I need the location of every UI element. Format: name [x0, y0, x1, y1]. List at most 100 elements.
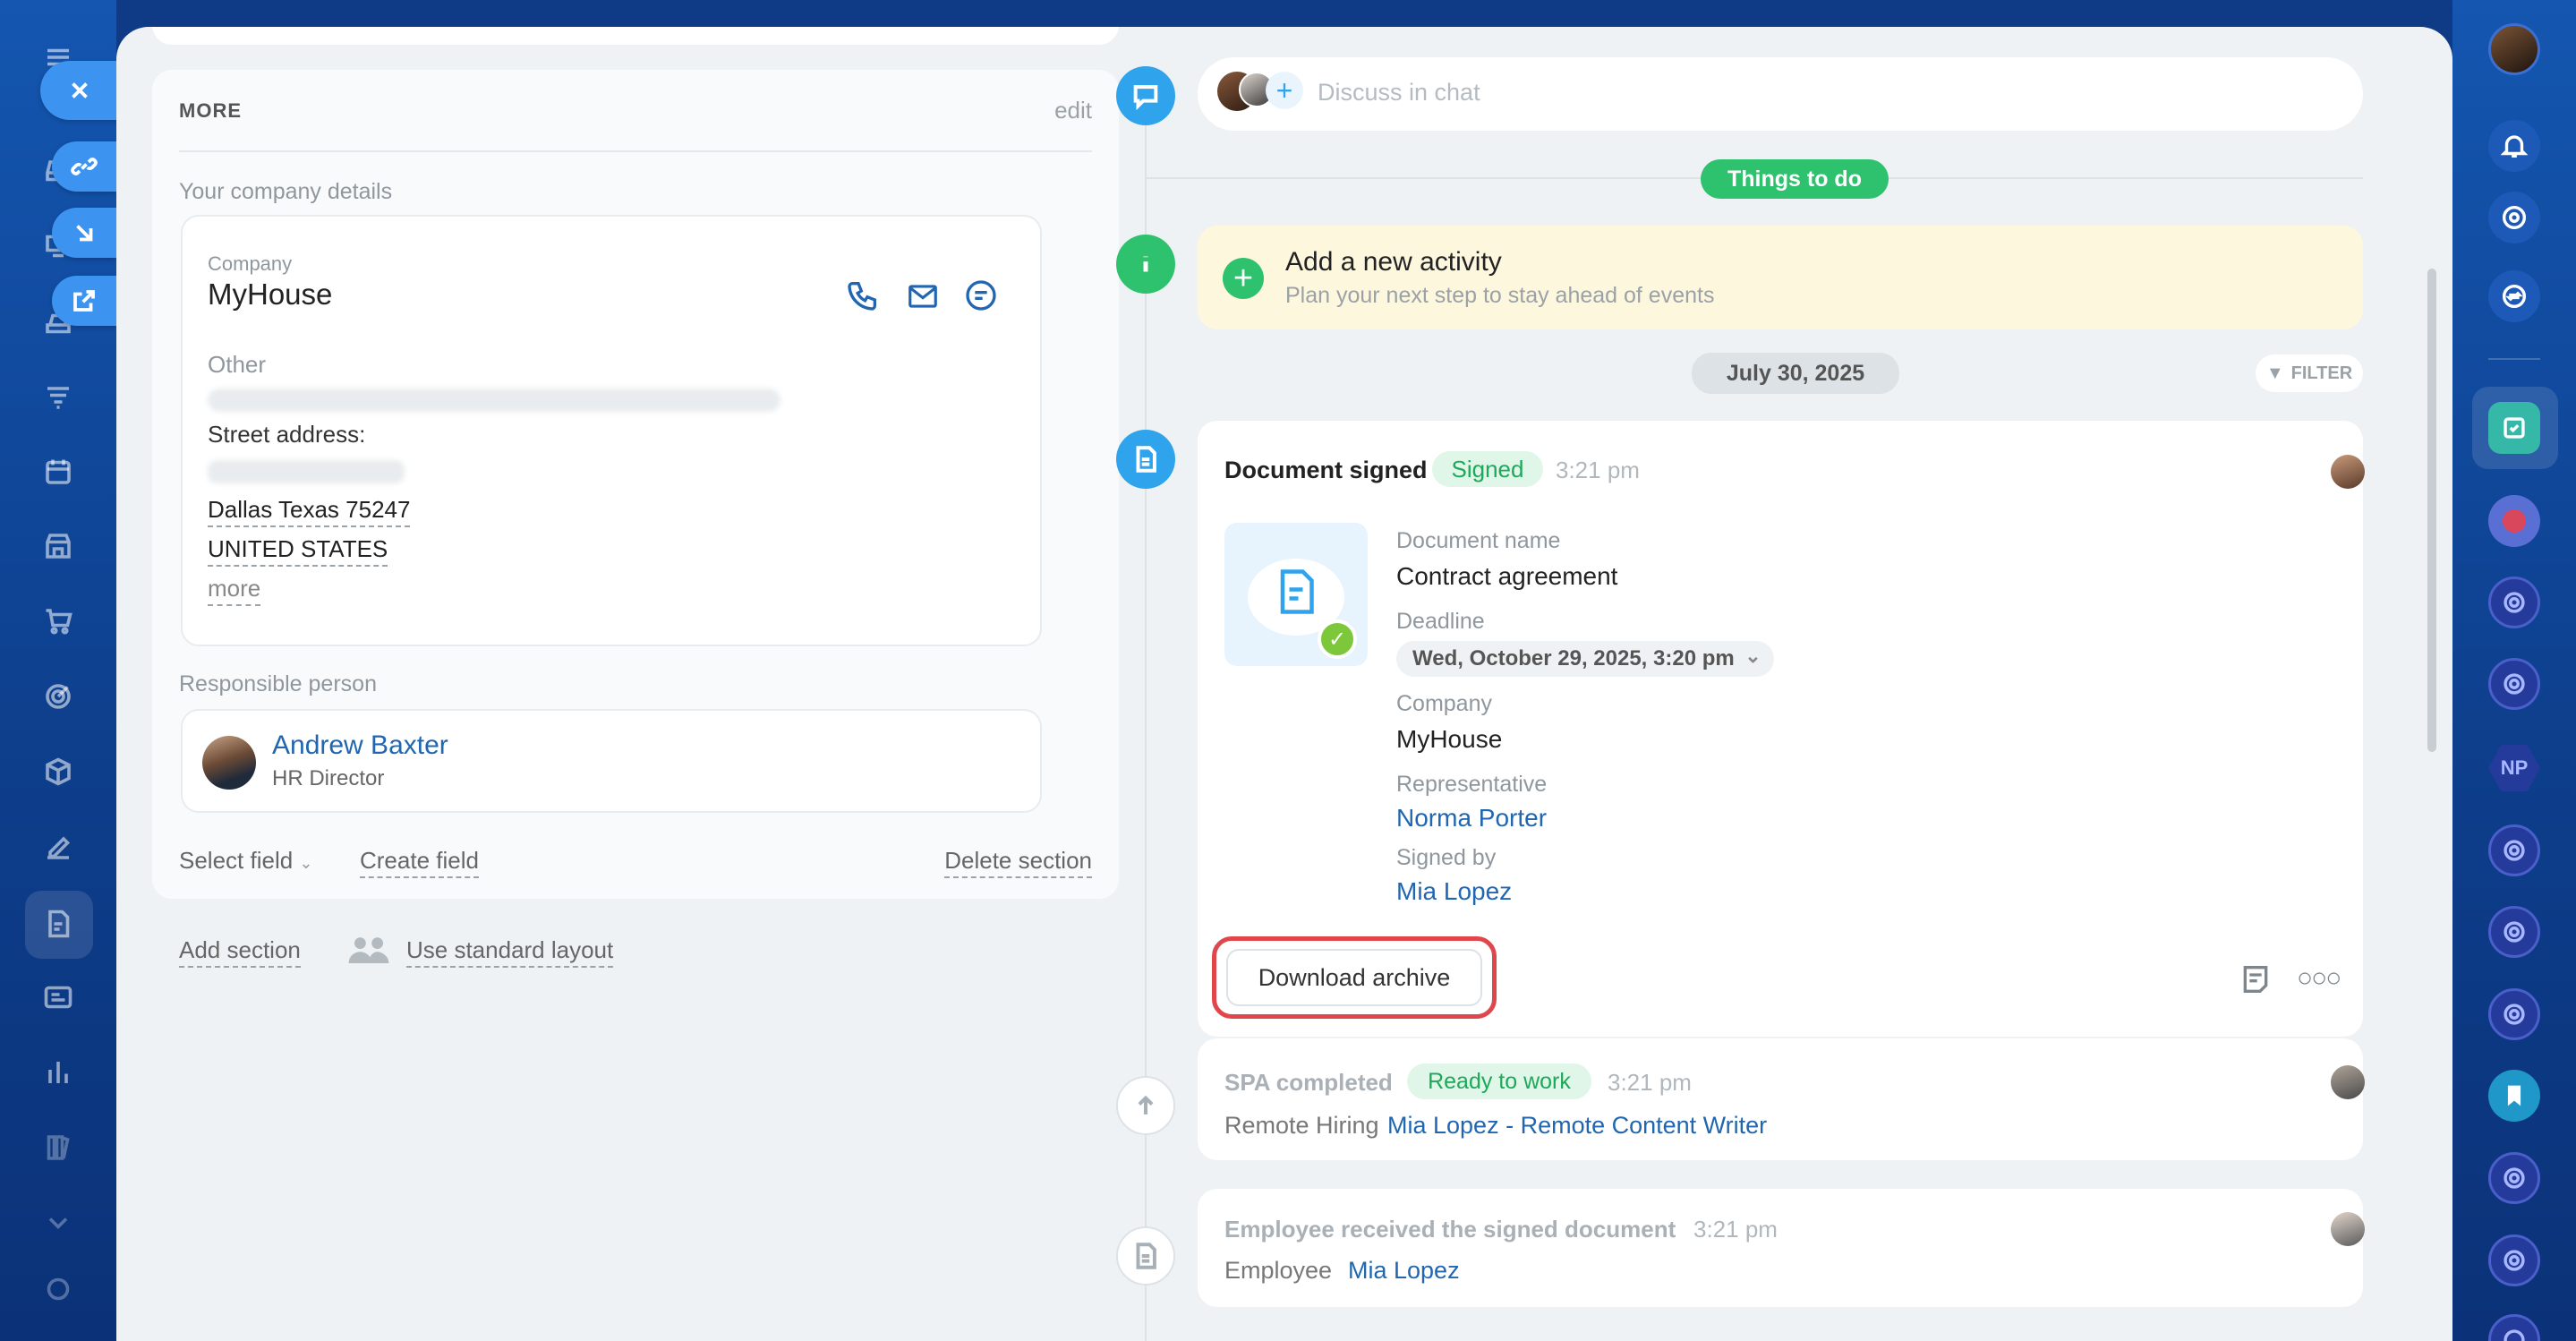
chat-placeholder[interactable]: Discuss in chat [1318, 79, 1480, 107]
minimize-button[interactable] [52, 208, 116, 258]
city-line[interactable]: Dallas Texas 75247 [208, 496, 411, 527]
email-icon[interactable] [904, 279, 942, 313]
sign-document-icon[interactable] [40, 906, 76, 942]
employee-prefix: Employee [1224, 1257, 1333, 1284]
responsible-name[interactable]: Andrew Baxter [272, 730, 448, 761]
right-bar-divider [2488, 358, 2540, 360]
tasks-check-icon[interactable] [2488, 402, 2540, 454]
filter-button[interactable]: ▼ FILTER [2256, 354, 2363, 392]
bookmark-icon[interactable] [2488, 1070, 2540, 1122]
more-link[interactable]: more [208, 575, 261, 606]
pen-icon[interactable] [40, 829, 76, 865]
spa-user-avatar[interactable] [2331, 1065, 2365, 1099]
box-icon[interactable] [40, 754, 76, 790]
more-options-icon[interactable]: ○○○ [2297, 963, 2341, 993]
settings-icon[interactable] [40, 1271, 76, 1307]
doc-signed-user-avatar[interactable] [2331, 455, 2365, 489]
delete-section-link[interactable]: Delete section [944, 847, 1092, 878]
analytics-icon[interactable] [40, 1055, 76, 1090]
note-icon[interactable] [2238, 961, 2273, 997]
deadline-value: Wed, October 29, 2025, 3:20 pm [1412, 646, 1735, 670]
company-name[interactable]: MyHouse [208, 278, 332, 312]
bot-icon-1[interactable] [2488, 577, 2540, 628]
document-icon [1116, 430, 1175, 489]
bot-icon-3[interactable] [2488, 824, 2540, 876]
chevron-down-icon[interactable] [40, 1205, 76, 1241]
bot-icon-6[interactable] [2488, 1152, 2540, 1204]
alert-icon[interactable] [2488, 495, 2540, 547]
link-icon [71, 158, 98, 175]
employee-link[interactable]: Mia Lopez [1348, 1257, 1460, 1285]
activity-title[interactable]: Add a new activity [1285, 247, 1502, 278]
sync-icon[interactable] [2488, 270, 2540, 322]
download-archive-button[interactable]: Download archive [1226, 949, 1482, 1006]
top-card-remnant [152, 27, 1119, 45]
bot-icon-7[interactable] [2488, 1234, 2540, 1286]
store-icon[interactable] [40, 528, 76, 564]
chat-icon[interactable] [963, 278, 999, 313]
copilot-icon[interactable] [2488, 192, 2540, 243]
company-value: MyHouse [1396, 725, 1503, 753]
filter-label: FILTER [2290, 363, 2353, 383]
create-field-link[interactable]: Create field [360, 847, 479, 878]
target-icon[interactable] [40, 679, 76, 714]
employee-doc-time: 3:21 pm [1693, 1216, 1778, 1243]
scrollbar-thumb[interactable] [2427, 269, 2436, 752]
responsible-person-label: Responsible person [179, 671, 377, 696]
bot-icon-8[interactable] [2488, 1314, 2540, 1341]
add-participant-icon[interactable]: + [1266, 72, 1303, 109]
funnel-icon[interactable] [40, 379, 76, 414]
open-new-window-button[interactable] [52, 276, 116, 326]
bell-icon[interactable] [2488, 120, 2540, 172]
arrow-up-icon [1116, 1076, 1175, 1135]
company-label: Company [208, 252, 293, 275]
np-avatar[interactable]: NP [2488, 744, 2540, 792]
user-profile-avatar[interactable] [2488, 23, 2540, 75]
doc-signed-title: Document signed [1224, 457, 1428, 483]
select-field-label: Select field [179, 847, 294, 874]
date-badge: July 30, 2025 [1692, 353, 1899, 394]
responsible-person-card[interactable]: Andrew Baxter HR Director [181, 709, 1042, 813]
employee-doc-card: Employee received the signed document 3:… [1198, 1189, 2365, 1307]
country-line[interactable]: UNITED STATES [208, 535, 388, 567]
close-button[interactable] [40, 61, 119, 120]
discuss-chat-bar[interactable]: + Discuss in chat [1198, 57, 2363, 131]
employee-doc-title: Employee received the signed document [1224, 1216, 1676, 1243]
spa-prefix: Remote Hiring [1224, 1112, 1379, 1139]
doc-signed-time: 3:21 pm [1556, 457, 1640, 483]
chevron-down-icon: ⌄ [299, 854, 313, 872]
bot-icon-4[interactable] [2488, 906, 2540, 958]
arrow-down-right-icon [76, 225, 93, 242]
phone-icon[interactable] [845, 278, 881, 313]
main-panel: MORE edit Your company details Company M… [116, 27, 2452, 1341]
employee-doc-user-avatar[interactable] [2331, 1212, 2365, 1246]
representative-label: Representative [1396, 772, 1548, 797]
books-icon[interactable] [40, 1130, 76, 1166]
signed-document-thumbnail: ✓ [1224, 523, 1368, 666]
responsible-role: HR Director [272, 766, 385, 790]
bot-icon-2[interactable] [2488, 658, 2540, 710]
bot-icon-5[interactable] [2488, 988, 2540, 1040]
add-section-link[interactable]: Add section [179, 936, 301, 968]
spa-link[interactable]: Mia Lopez - Remote Content Writer [1387, 1112, 1767, 1140]
spa-title: SPA completed [1224, 1069, 1393, 1096]
things-to-do-badge: Things to do [1701, 159, 1889, 199]
standard-layout-link[interactable]: Use standard layout [406, 936, 614, 968]
add-activity-card[interactable]: + Add a new activity Plan your next step… [1198, 226, 2363, 329]
edit-link[interactable]: edit [1054, 97, 1092, 124]
cart-icon[interactable] [40, 603, 76, 639]
calendar-icon[interactable] [40, 454, 76, 490]
select-field-dropdown[interactable]: Select field ⌄ [179, 847, 313, 875]
info-icon [1116, 235, 1175, 294]
left-navigation [0, 0, 119, 1341]
doc-name-label: Document name [1396, 528, 1561, 553]
plus-icon[interactable]: + [1223, 258, 1264, 299]
copy-link-button[interactable] [52, 141, 116, 192]
deadline-selector[interactable]: Wed, October 29, 2025, 3:20 pm ⌄ [1396, 641, 1774, 677]
external-link-icon [73, 290, 95, 312]
signed-by-link[interactable]: Mia Lopez [1396, 877, 1512, 906]
representative-link[interactable]: Norma Porter [1396, 804, 1547, 833]
contact-card-icon[interactable] [40, 979, 76, 1015]
close-icon [72, 82, 88, 98]
filter-icon: ▼ [2265, 363, 2284, 383]
